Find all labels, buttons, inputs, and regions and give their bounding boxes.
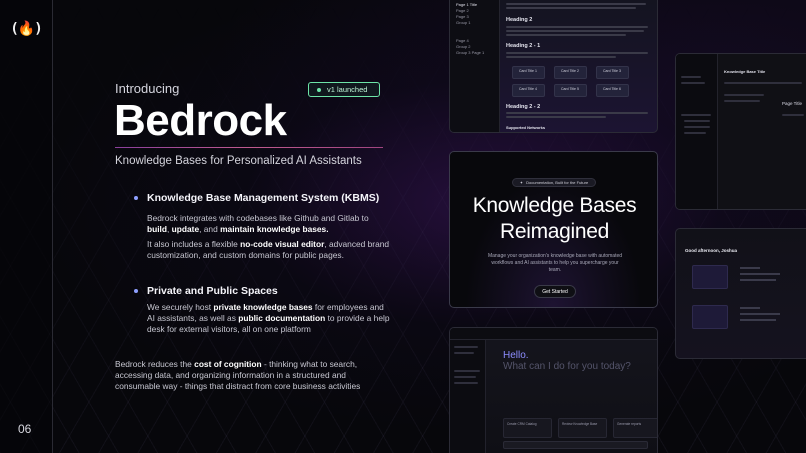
doc-footer-label: Supported Networks <box>506 125 546 130</box>
docs-content: Heading 2 Heading 2 - 1 Card Title 1 Car… <box>506 0 656 132</box>
sidebar-item: Group 1 <box>456 20 471 25</box>
doc-card: Card Title 5 <box>554 84 587 97</box>
feature-heading: Knowledge Base Management System (KBMS) <box>147 192 380 204</box>
chat-topbar <box>450 328 657 340</box>
doc-card: Card Title 4 <box>512 84 545 97</box>
suggestion-card[interactable]: Create CRM Catalog <box>503 418 552 438</box>
feature-paragraph: It also includes a flexible no-code visu… <box>147 239 390 260</box>
slide-title: Bedrock <box>114 96 287 145</box>
feature-heading: Private and Public Spaces <box>147 285 278 297</box>
doc-card: Card Title 6 <box>596 84 629 97</box>
doc-card: Card Title 3 <box>596 66 629 79</box>
bullet-icon <box>134 196 138 200</box>
badge-label: v1 launched <box>327 85 368 94</box>
slide-subtitle: Knowledge Bases for Personalized AI Assi… <box>115 155 362 167</box>
title-divider <box>115 147 383 148</box>
chat-sidebar <box>450 340 486 453</box>
chat-input[interactable] <box>503 441 648 449</box>
hero-description: Manage your organization's knowledge bas… <box>487 253 623 273</box>
editor-screenshot: Knowledge Base Title Page Title <box>675 53 806 210</box>
docs-screenshot: Page 1 Title Page 2 Page 3 Group 1 Page … <box>449 0 658 133</box>
doc-heading: Heading 2 - 2 <box>506 104 541 110</box>
bullet-icon <box>134 289 138 293</box>
status-dot-icon <box>317 87 321 92</box>
closing-paragraph: Bedrock reduces the cost of cognition - … <box>115 359 361 391</box>
launch-badge: v1 launched <box>308 82 380 97</box>
intro-label: Introducing <box>115 81 180 96</box>
chat-screenshot: Hello. What can I do for you today? Crea… <box>449 327 658 453</box>
sparkle-icon: ✦ <box>519 180 524 185</box>
sidebar-item: Page 1 Title <box>456 2 478 7</box>
hero-title-line: Reimagined <box>499 220 610 243</box>
get-started-button[interactable]: Get Started <box>534 285 576 298</box>
sidebar-item: Group 3 Page 1 <box>456 50 485 55</box>
sidebar-item: Page 3 <box>456 14 469 19</box>
page-number: 06 <box>18 422 32 436</box>
docs-sidebar: Page 1 Title Page 2 Page 3 Group 1 Page … <box>450 0 500 132</box>
editor-sidebar <box>676 54 718 209</box>
dashboard-card <box>692 305 728 329</box>
hero-pill: ✦ Documentation, Built for the Future <box>512 178 596 187</box>
dashboard-card <box>692 265 728 289</box>
sidebar-item: Page 4 <box>456 38 469 43</box>
doc-heading: Heading 2 - 1 <box>506 43 541 49</box>
feature-paragraph: We securely host private knowledge bases… <box>147 302 390 334</box>
editor-page-title: Page Title <box>782 101 803 106</box>
feature-paragraph: Bedrock integrates with codebases like G… <box>147 213 369 234</box>
doc-heading: Heading 2 <box>506 17 533 23</box>
freecodecamp-logo: (🔥) <box>10 21 42 37</box>
left-rail: (🔥) 06 <box>0 0 53 453</box>
hero-title-line: Knowledge Bases <box>472 194 637 217</box>
doc-card: Card Title 1 <box>512 66 545 79</box>
dashboard-screenshot: Good afternoon, Joshua <box>675 228 806 359</box>
suggestion-card[interactable]: Review Knowledge Base <box>558 418 607 438</box>
sidebar-item: Page 2 <box>456 8 469 13</box>
hero-screenshot: ✦ Documentation, Built for the Future Kno… <box>449 151 658 308</box>
editor-kb-title: Knowledge Base Title <box>724 69 766 74</box>
sidebar-item: Group 2 <box>456 44 471 49</box>
dashboard-greeting: Good afternoon, Joshua <box>685 248 738 253</box>
suggestion-card[interactable]: Generate reports <box>613 418 657 438</box>
chat-greeting: Hello. <box>503 350 529 361</box>
doc-card: Card Title 2 <box>554 66 587 79</box>
chat-prompt: What can I do for you today? <box>503 361 631 372</box>
